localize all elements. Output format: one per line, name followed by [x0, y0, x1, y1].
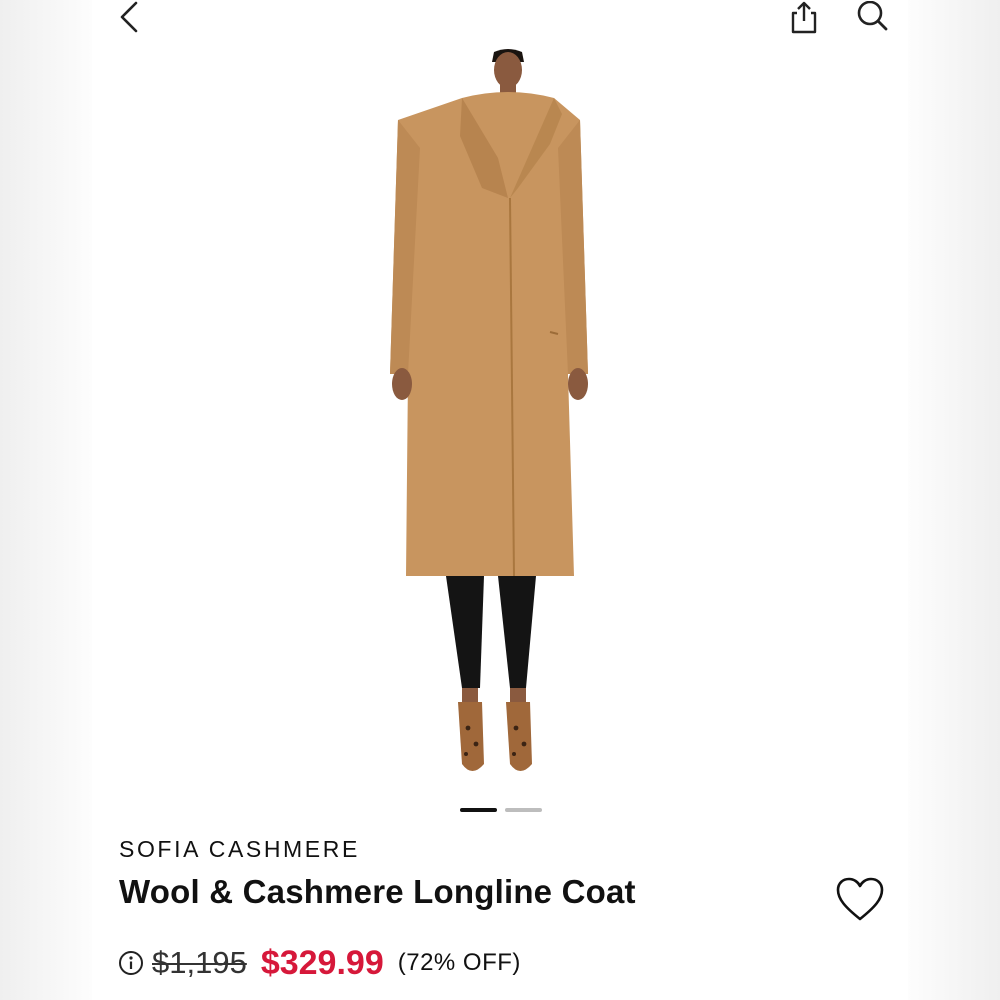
info-icon[interactable]: [118, 950, 144, 976]
heart-icon: [835, 877, 885, 923]
carousel-dot-2[interactable]: [505, 808, 542, 812]
price-row: $1,195 $329.99 (72% OFF): [118, 940, 521, 986]
original-price: $1,195: [152, 945, 247, 981]
product-image[interactable]: [362, 48, 652, 788]
product-title: Wool & Cashmere Longline Coat: [119, 873, 636, 911]
chevron-left-icon: [116, 0, 144, 38]
share-icon: [787, 1, 821, 35]
back-button[interactable]: [112, 0, 148, 38]
search-icon: [852, 1, 892, 33]
sale-price: $329.99: [261, 944, 384, 983]
image-carousel-indicator: [460, 806, 542, 814]
carousel-dot-1[interactable]: [460, 808, 497, 812]
discount-label: (72% OFF): [398, 949, 521, 977]
page-background: SOFIA CASHMERE Wool & Cashmere Longline …: [0, 0, 1000, 1000]
product-card: SOFIA CASHMERE Wool & Cashmere Longline …: [92, 0, 908, 1000]
favorite-button[interactable]: [832, 874, 888, 926]
brand-name[interactable]: SOFIA CASHMERE: [119, 836, 360, 863]
share-button[interactable]: [784, 0, 824, 36]
search-button[interactable]: [850, 0, 894, 34]
